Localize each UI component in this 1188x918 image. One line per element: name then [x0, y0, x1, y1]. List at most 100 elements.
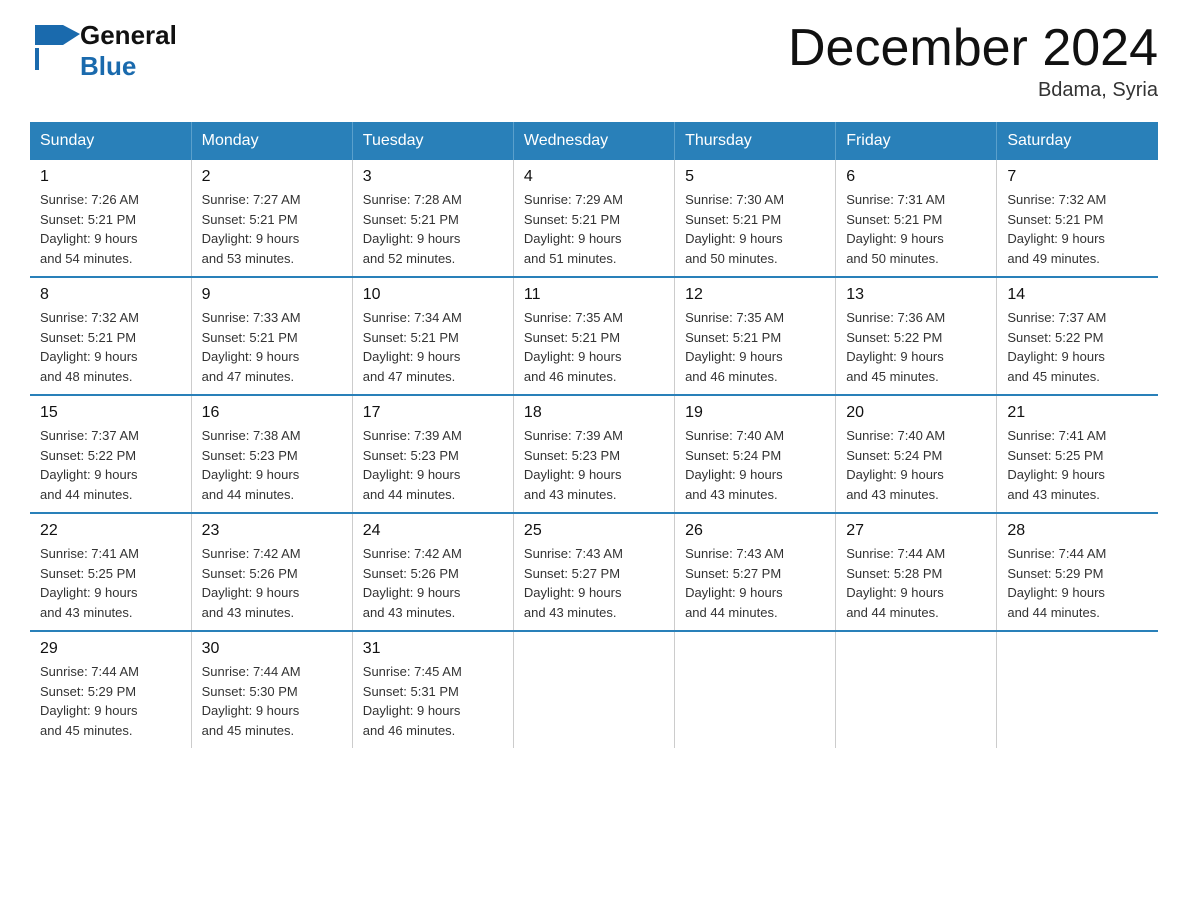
day-info: Sunrise: 7:44 AM Sunset: 5:30 PM Dayligh…: [202, 662, 342, 740]
calendar-table: SundayMondayTuesdayWednesdayThursdayFrid…: [30, 122, 1158, 748]
day-number: 27: [846, 522, 986, 540]
day-number: 22: [40, 522, 181, 540]
calendar-cell: 3 Sunrise: 7:28 AM Sunset: 5:21 PM Dayli…: [352, 160, 513, 277]
logo-text: General Blue: [80, 20, 177, 82]
day-number: 31: [363, 640, 503, 658]
calendar-cell: 27 Sunrise: 7:44 AM Sunset: 5:28 PM Dayl…: [836, 513, 997, 631]
calendar-cell: 21 Sunrise: 7:41 AM Sunset: 5:25 PM Dayl…: [997, 395, 1158, 513]
calendar-cell: 10 Sunrise: 7:34 AM Sunset: 5:21 PM Dayl…: [352, 277, 513, 395]
calendar-week-row: 1 Sunrise: 7:26 AM Sunset: 5:21 PM Dayli…: [30, 160, 1158, 277]
day-number: 23: [202, 522, 342, 540]
header-monday: Monday: [191, 122, 352, 160]
day-info: Sunrise: 7:30 AM Sunset: 5:21 PM Dayligh…: [685, 190, 825, 268]
calendar-cell: 26 Sunrise: 7:43 AM Sunset: 5:27 PM Dayl…: [675, 513, 836, 631]
day-info: Sunrise: 7:32 AM Sunset: 5:21 PM Dayligh…: [40, 308, 181, 386]
calendar-cell: [675, 631, 836, 748]
logo: General Blue: [30, 20, 177, 82]
day-info: Sunrise: 7:44 AM Sunset: 5:29 PM Dayligh…: [40, 662, 181, 740]
day-number: 28: [1007, 522, 1148, 540]
calendar-cell: [836, 631, 997, 748]
day-info: Sunrise: 7:35 AM Sunset: 5:21 PM Dayligh…: [524, 308, 664, 386]
day-info: Sunrise: 7:33 AM Sunset: 5:21 PM Dayligh…: [202, 308, 342, 386]
day-info: Sunrise: 7:42 AM Sunset: 5:26 PM Dayligh…: [363, 544, 503, 622]
day-number: 2: [202, 168, 342, 186]
calendar-week-row: 8 Sunrise: 7:32 AM Sunset: 5:21 PM Dayli…: [30, 277, 1158, 395]
header-tuesday: Tuesday: [352, 122, 513, 160]
calendar-cell: 23 Sunrise: 7:42 AM Sunset: 5:26 PM Dayl…: [191, 513, 352, 631]
day-info: Sunrise: 7:35 AM Sunset: 5:21 PM Dayligh…: [685, 308, 825, 386]
day-number: 7: [1007, 168, 1148, 186]
day-number: 11: [524, 286, 664, 304]
day-number: 29: [40, 640, 181, 658]
calendar-cell: 24 Sunrise: 7:42 AM Sunset: 5:26 PM Dayl…: [352, 513, 513, 631]
day-number: 16: [202, 404, 342, 422]
day-number: 14: [1007, 286, 1148, 304]
calendar-cell: [513, 631, 674, 748]
calendar-week-row: 22 Sunrise: 7:41 AM Sunset: 5:25 PM Dayl…: [30, 513, 1158, 631]
logo-icon: [30, 20, 80, 75]
calendar-cell: 4 Sunrise: 7:29 AM Sunset: 5:21 PM Dayli…: [513, 160, 674, 277]
calendar-cell: 11 Sunrise: 7:35 AM Sunset: 5:21 PM Dayl…: [513, 277, 674, 395]
day-number: 8: [40, 286, 181, 304]
day-info: Sunrise: 7:31 AM Sunset: 5:21 PM Dayligh…: [846, 190, 986, 268]
calendar-cell: 19 Sunrise: 7:40 AM Sunset: 5:24 PM Dayl…: [675, 395, 836, 513]
title-group: December 2024 Bdama, Syria: [788, 20, 1158, 102]
day-info: Sunrise: 7:39 AM Sunset: 5:23 PM Dayligh…: [524, 426, 664, 504]
day-number: 1: [40, 168, 181, 186]
header-sunday: Sunday: [30, 122, 191, 160]
day-number: 25: [524, 522, 664, 540]
day-info: Sunrise: 7:29 AM Sunset: 5:21 PM Dayligh…: [524, 190, 664, 268]
page-header: General Blue December 2024 Bdama, Syria: [30, 20, 1158, 102]
day-number: 3: [363, 168, 503, 186]
day-info: Sunrise: 7:27 AM Sunset: 5:21 PM Dayligh…: [202, 190, 342, 268]
day-info: Sunrise: 7:36 AM Sunset: 5:22 PM Dayligh…: [846, 308, 986, 386]
calendar-week-row: 15 Sunrise: 7:37 AM Sunset: 5:22 PM Dayl…: [30, 395, 1158, 513]
day-number: 20: [846, 404, 986, 422]
day-info: Sunrise: 7:39 AM Sunset: 5:23 PM Dayligh…: [363, 426, 503, 504]
day-number: 5: [685, 168, 825, 186]
day-info: Sunrise: 7:28 AM Sunset: 5:21 PM Dayligh…: [363, 190, 503, 268]
calendar-header-row: SundayMondayTuesdayWednesdayThursdayFrid…: [30, 122, 1158, 160]
day-number: 18: [524, 404, 664, 422]
day-info: Sunrise: 7:38 AM Sunset: 5:23 PM Dayligh…: [202, 426, 342, 504]
day-info: Sunrise: 7:34 AM Sunset: 5:21 PM Dayligh…: [363, 308, 503, 386]
calendar-cell: 18 Sunrise: 7:39 AM Sunset: 5:23 PM Dayl…: [513, 395, 674, 513]
day-info: Sunrise: 7:45 AM Sunset: 5:31 PM Dayligh…: [363, 662, 503, 740]
day-number: 6: [846, 168, 986, 186]
logo-blue: Blue: [80, 51, 177, 82]
day-info: Sunrise: 7:44 AM Sunset: 5:28 PM Dayligh…: [846, 544, 986, 622]
day-info: Sunrise: 7:40 AM Sunset: 5:24 PM Dayligh…: [685, 426, 825, 504]
calendar-cell: 15 Sunrise: 7:37 AM Sunset: 5:22 PM Dayl…: [30, 395, 191, 513]
calendar-cell: [997, 631, 1158, 748]
day-info: Sunrise: 7:32 AM Sunset: 5:21 PM Dayligh…: [1007, 190, 1148, 268]
day-number: 13: [846, 286, 986, 304]
calendar-cell: 14 Sunrise: 7:37 AM Sunset: 5:22 PM Dayl…: [997, 277, 1158, 395]
day-number: 17: [363, 404, 503, 422]
calendar-cell: 5 Sunrise: 7:30 AM Sunset: 5:21 PM Dayli…: [675, 160, 836, 277]
calendar-cell: 12 Sunrise: 7:35 AM Sunset: 5:21 PM Dayl…: [675, 277, 836, 395]
calendar-cell: 7 Sunrise: 7:32 AM Sunset: 5:21 PM Dayli…: [997, 160, 1158, 277]
header-thursday: Thursday: [675, 122, 836, 160]
day-number: 26: [685, 522, 825, 540]
day-info: Sunrise: 7:37 AM Sunset: 5:22 PM Dayligh…: [40, 426, 181, 504]
day-number: 9: [202, 286, 342, 304]
header-saturday: Saturday: [997, 122, 1158, 160]
day-info: Sunrise: 7:42 AM Sunset: 5:26 PM Dayligh…: [202, 544, 342, 622]
day-info: Sunrise: 7:43 AM Sunset: 5:27 PM Dayligh…: [524, 544, 664, 622]
calendar-cell: 30 Sunrise: 7:44 AM Sunset: 5:30 PM Dayl…: [191, 631, 352, 748]
header-wednesday: Wednesday: [513, 122, 674, 160]
day-info: Sunrise: 7:41 AM Sunset: 5:25 PM Dayligh…: [40, 544, 181, 622]
day-info: Sunrise: 7:41 AM Sunset: 5:25 PM Dayligh…: [1007, 426, 1148, 504]
day-number: 12: [685, 286, 825, 304]
calendar-cell: 8 Sunrise: 7:32 AM Sunset: 5:21 PM Dayli…: [30, 277, 191, 395]
day-number: 4: [524, 168, 664, 186]
day-number: 19: [685, 404, 825, 422]
location: Bdama, Syria: [788, 79, 1158, 102]
calendar-cell: 2 Sunrise: 7:27 AM Sunset: 5:21 PM Dayli…: [191, 160, 352, 277]
calendar-cell: 9 Sunrise: 7:33 AM Sunset: 5:21 PM Dayli…: [191, 277, 352, 395]
day-info: Sunrise: 7:26 AM Sunset: 5:21 PM Dayligh…: [40, 190, 181, 268]
header-friday: Friday: [836, 122, 997, 160]
calendar-cell: 1 Sunrise: 7:26 AM Sunset: 5:21 PM Dayli…: [30, 160, 191, 277]
day-info: Sunrise: 7:44 AM Sunset: 5:29 PM Dayligh…: [1007, 544, 1148, 622]
day-number: 10: [363, 286, 503, 304]
